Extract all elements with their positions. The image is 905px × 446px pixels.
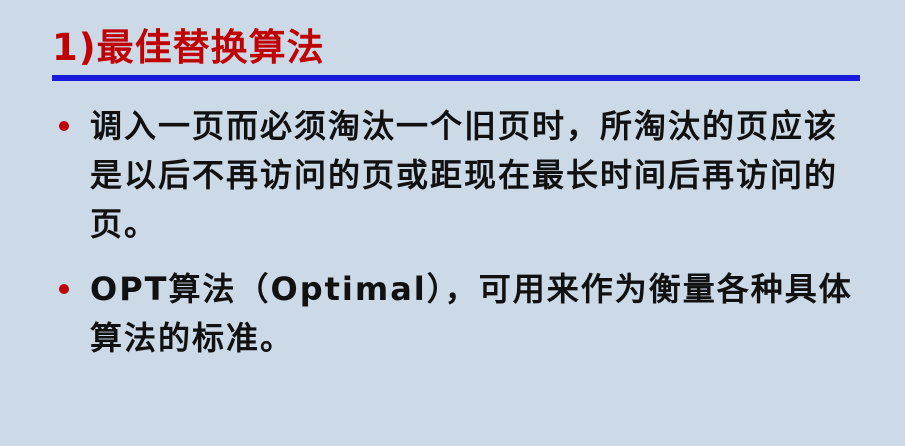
bullet-list: 调入一页而必须淘汰一个旧页时，所淘汰的页应该是以后不再访问的页或距现在最长时间后… — [52, 102, 862, 379]
bullet-text-2: OPT算法（Optimal），可用来作为衡量各种具体算法的标准。 — [90, 270, 853, 357]
bullet-item-2: OPT算法（Optimal），可用来作为衡量各种具体算法的标准。 — [52, 265, 862, 363]
bullet-dot-icon — [59, 284, 69, 294]
bullet-text-1: 调入一页而必须淘汰一个旧页时，所淘汰的页应该是以后不再访问的页或距现在最长时间后… — [90, 107, 839, 243]
bullet-dot-icon — [59, 121, 69, 131]
title-underline — [52, 75, 860, 81]
slide-title: 1)最佳替换算法 — [52, 26, 325, 69]
bullet-item-1: 调入一页而必须淘汰一个旧页时，所淘汰的页应该是以后不再访问的页或距现在最长时间后… — [52, 102, 862, 249]
slide: 1)最佳替换算法 调入一页而必须淘汰一个旧页时，所淘汰的页应该是以后不再访问的页… — [0, 0, 905, 446]
